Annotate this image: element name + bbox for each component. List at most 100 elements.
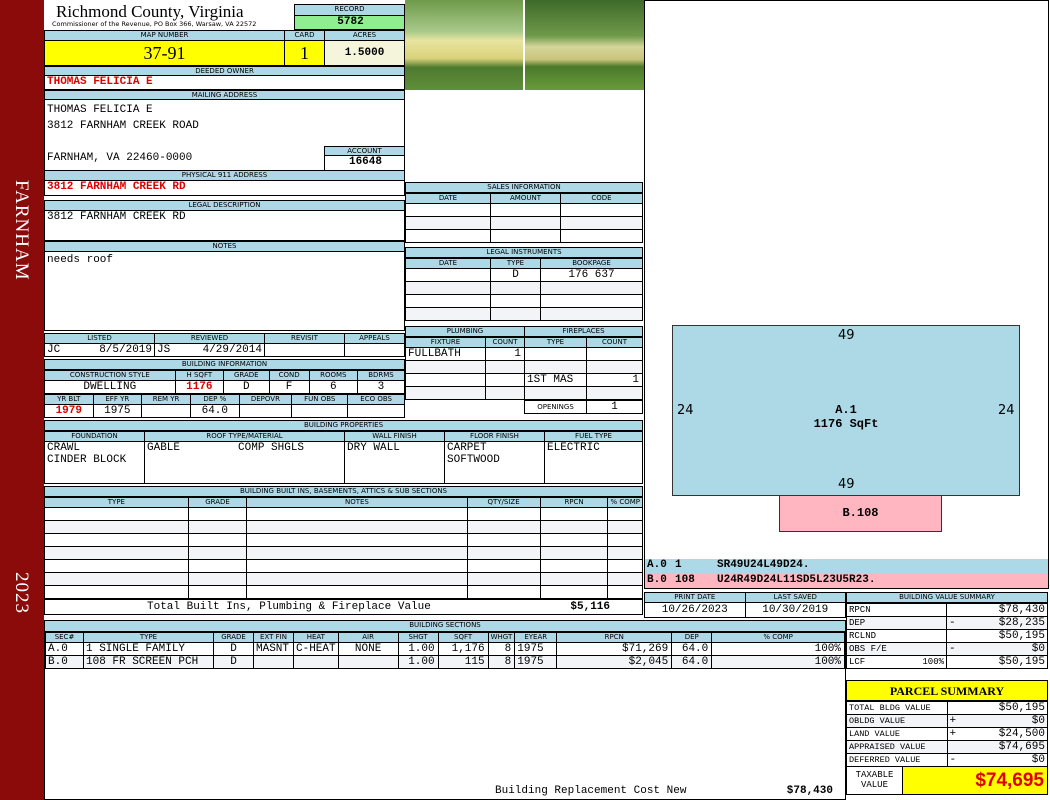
table-cell bbox=[246, 507, 468, 521]
taxable-value: $74,695 bbox=[903, 767, 1047, 794]
table-cell: 1975 bbox=[92, 404, 143, 418]
table-row: LCF 100% $50,195 bbox=[846, 655, 1048, 669]
summary-label: LCF 100% bbox=[846, 655, 947, 669]
table-cell: 64.0 bbox=[190, 404, 240, 418]
mailing-line: THOMAS FELICIA E bbox=[47, 104, 153, 116]
column-header: BDRMS bbox=[356, 370, 406, 381]
table-cell bbox=[466, 533, 541, 547]
table-cell: $71,269 bbox=[556, 642, 673, 656]
sign: + bbox=[949, 715, 957, 727]
table-cell bbox=[607, 572, 643, 586]
table-row bbox=[524, 347, 643, 361]
column-header: GRADE bbox=[187, 497, 248, 508]
dim-left: 24 bbox=[677, 403, 694, 418]
parcel-summary-header: PARCEL SUMMARY bbox=[847, 681, 1047, 701]
replacement-cost: $78,430 bbox=[786, 785, 833, 797]
builtins-total: Total Built Ins, Plumbing & Fireplace Va… bbox=[44, 599, 643, 615]
sketch-section-a[interactable]: A.1 1176 SqFt bbox=[672, 325, 1020, 496]
dim-right: 24 bbox=[998, 403, 1015, 418]
column-header: AMOUNT bbox=[490, 193, 561, 204]
table-cell bbox=[490, 216, 561, 230]
column-header: QTY/SIZE bbox=[466, 497, 541, 508]
table-cell: 1975 bbox=[514, 655, 558, 669]
table-cell bbox=[405, 373, 486, 387]
table-cell bbox=[246, 520, 468, 534]
table-cell bbox=[466, 572, 541, 586]
table-cell bbox=[490, 229, 561, 243]
table-cell bbox=[246, 585, 468, 599]
table-row: DWELLING 1176 D F 6 3 bbox=[44, 380, 406, 394]
property-photo[interactable] bbox=[405, 0, 523, 90]
building-info-header: BUILDING INFORMATION bbox=[44, 359, 405, 370]
deeded-owner: THOMAS FELICIA E bbox=[44, 75, 405, 90]
summary-label: DEFERRED VALUE bbox=[847, 753, 948, 767]
table-cell bbox=[539, 572, 609, 586]
table-row bbox=[44, 585, 643, 599]
summary-label: OBS F/E bbox=[846, 642, 947, 656]
summary-label: RCLND bbox=[846, 629, 947, 643]
table-cell: 64.0 bbox=[671, 655, 713, 669]
table-cell bbox=[347, 404, 405, 418]
card-number: 1 bbox=[284, 40, 325, 66]
table-row: B.0 108 FR SCREEN PCH D 1.00 115 8 1975 $2,045 6… bbox=[45, 655, 845, 669]
taxable-label: TAXABLE VALUE bbox=[847, 767, 903, 794]
table-cell bbox=[44, 520, 189, 534]
sketch-panel: A.1 1176 SqFt 49 49 24 24 B.108 A.0 1 SR49… bbox=[644, 0, 1049, 589]
floor-finish: CARPET SOFTWOOD bbox=[444, 441, 545, 484]
table-cell bbox=[560, 203, 643, 217]
reviewed: JS 4/29/2014 bbox=[154, 343, 265, 357]
district-sidebar: FARNHAM 2023 bbox=[0, 0, 44, 800]
property-photo[interactable] bbox=[525, 0, 644, 90]
summary-value: - $28,235 bbox=[946, 616, 1048, 630]
table-cell bbox=[466, 507, 541, 521]
summary-label: TOTAL BLDG VALUE bbox=[847, 701, 948, 715]
amount: $50,195 bbox=[998, 630, 1045, 642]
table-cell bbox=[490, 294, 541, 308]
column-header: DATE bbox=[405, 193, 491, 204]
record-number: 5782 bbox=[294, 15, 405, 30]
table-cell bbox=[607, 585, 643, 599]
table-cell bbox=[44, 533, 189, 547]
table-cell: 3 bbox=[356, 380, 406, 394]
summary-value: + $0 bbox=[946, 714, 1047, 728]
table-cell bbox=[187, 507, 248, 521]
table-cell bbox=[560, 229, 643, 243]
table-cell bbox=[238, 404, 293, 418]
table-cell bbox=[539, 546, 609, 560]
table-cell: NONE bbox=[337, 642, 399, 656]
table-cell bbox=[44, 585, 189, 599]
table-row bbox=[44, 520, 643, 534]
table-cell bbox=[246, 533, 468, 547]
table-row: 1ST MAS 1 bbox=[524, 373, 643, 387]
column-header: DEPOVR bbox=[238, 394, 293, 405]
table-cell bbox=[405, 360, 486, 374]
table-row bbox=[524, 386, 643, 400]
table-cell: 108 FR SCREEN PCH bbox=[83, 655, 214, 669]
sketch-section-b[interactable]: B.108 bbox=[779, 495, 942, 532]
summary-label: LAND VALUE bbox=[847, 727, 948, 741]
table-cell: 100% bbox=[711, 655, 845, 669]
physical-address: 3812 FARNHAM CREEK RD bbox=[44, 180, 405, 196]
summary-value: $74,695 bbox=[946, 740, 1047, 754]
table-cell: D bbox=[490, 268, 541, 282]
amount: $50,195 bbox=[998, 702, 1045, 714]
table-row: OBLDG VALUE + $0 bbox=[847, 714, 1047, 728]
amount: $0 bbox=[1031, 643, 1045, 655]
building-sections: BUILDING SECTIONS SEC# TYPE GRADE EXT FIN HE… bbox=[44, 620, 846, 800]
table-row bbox=[405, 281, 643, 295]
column-header: EFF YR bbox=[92, 394, 143, 405]
table-row: TOTAL BLDG VALUE $50,195 bbox=[847, 701, 1047, 715]
table-cell bbox=[187, 520, 248, 534]
table-cell bbox=[485, 386, 525, 400]
table-cell bbox=[586, 386, 643, 400]
label: LCF bbox=[849, 657, 866, 667]
column-header: WALL FINISH bbox=[344, 431, 445, 442]
notes: needs roof bbox=[44, 251, 405, 331]
table-cell bbox=[490, 281, 541, 295]
summary-label: APPRAISED VALUE bbox=[847, 740, 948, 754]
table-cell bbox=[524, 347, 587, 361]
sales-table: SALES INFORMATION DATE AMOUNT CODE bbox=[405, 182, 643, 243]
table-cell bbox=[466, 546, 541, 560]
table-cell bbox=[44, 507, 189, 521]
label: RPCN bbox=[849, 605, 871, 615]
